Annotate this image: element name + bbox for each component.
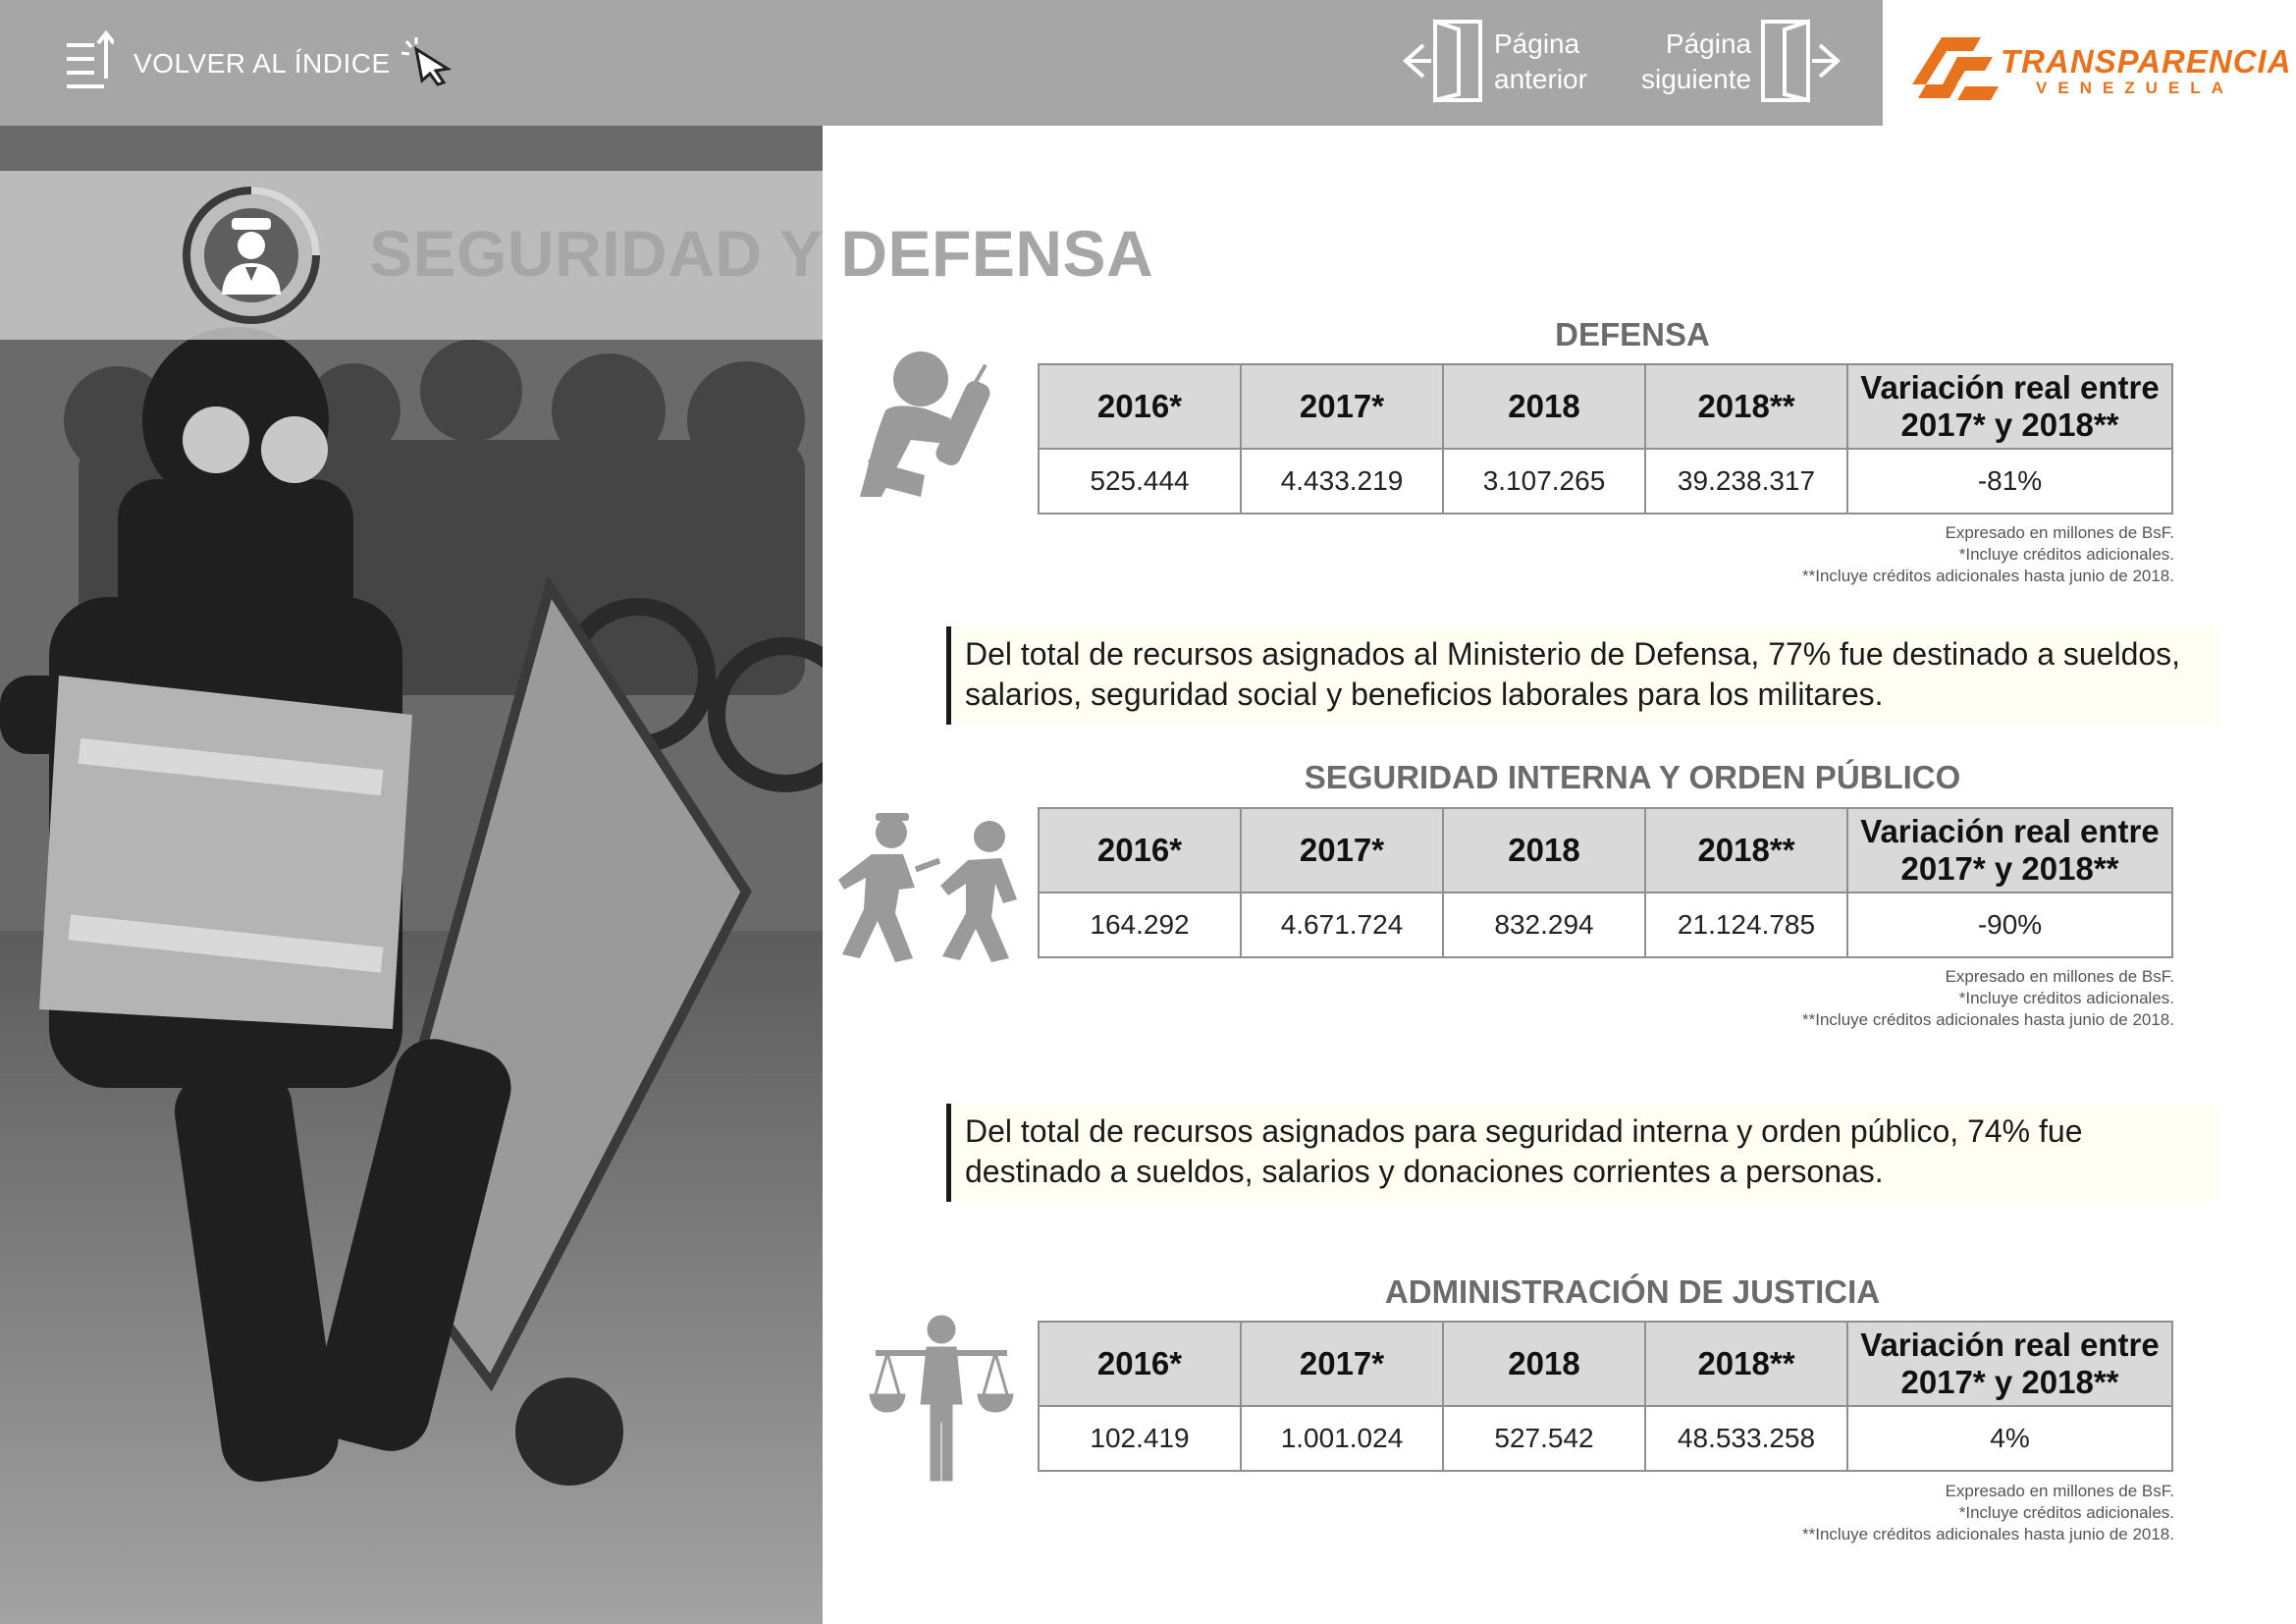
col-header: 2018** [1644, 363, 1848, 450]
col-header: 2018** [1644, 807, 1848, 893]
back-to-index-label: VOLVER AL ÍNDICE [133, 48, 391, 79]
section-title-justicia: ADMINISTRACIÓN DE JUSTICIA [1384, 1273, 1881, 1310]
table-header-row: 2016* 2017* 2018 2018** Variación real e… [1038, 363, 2173, 450]
col-header: 2017* [1240, 1321, 1444, 1407]
top-navigation-bar: VOLVER AL ÍNDICE Página anterior Página … [0, 0, 1883, 126]
note-units: Expresado en millones de BsF. [1945, 1482, 2174, 1500]
note-star: *Incluye créditos adicionales. [1958, 989, 2174, 1007]
col-header: 2018 [1442, 363, 1646, 450]
table-cell: 527.542 [1442, 1405, 1646, 1472]
index-list-icon [65, 29, 116, 99]
table-cell: 1.001.024 [1240, 1405, 1444, 1472]
table-notes: Expresado en millones de BsF. *Incluye c… [1039, 1481, 2174, 1545]
col-header: 2018** [1644, 1321, 1848, 1407]
col-header-variation: Variación real entre 2017* y 2018** [1846, 807, 2173, 893]
table-header-row: 2016* 2017* 2018 2018** Variación real e… [1038, 807, 2173, 893]
justice-scales-icon [868, 1314, 1015, 1489]
table-cell: 4.671.724 [1240, 892, 1444, 958]
police-chase-icon [830, 811, 1027, 973]
section-title-seguridad: SEGURIDAD INTERNA Y ORDEN PÚBLICO [1304, 759, 1961, 795]
justicia-budget-table: 2016* 2017* 2018 2018** Variación real e… [1038, 1321, 2173, 1472]
table-row: 164.292 4.671.724 832.294 21.124.785 -90… [1038, 892, 2173, 958]
table-notes: Expresado en millones de BsF. *Incluye c… [1039, 966, 2174, 1031]
transparencia-logo[interactable]: TRANSPARENCIA VENEZUELA [1883, 0, 2296, 126]
note-star: *Incluye créditos adicionales. [1958, 1503, 2174, 1522]
note-star: *Incluye créditos adicionales. [1958, 545, 2174, 564]
table-cell: 4.433.219 [1240, 448, 1444, 514]
next-page-button[interactable]: Página siguiente [1641, 18, 1842, 106]
table-cell: 3.107.265 [1442, 448, 1646, 514]
table-notes: Expresado en millones de BsF. *Incluye c… [1039, 522, 2174, 587]
page-title: SEGURIDAD Y DEFENSA [369, 217, 1154, 290]
police-photo [0, 126, 823, 1624]
table-cell-variation: 4% [1846, 1405, 2173, 1472]
previous-page-button[interactable]: Página anterior [1402, 18, 1587, 106]
col-header: 2016* [1038, 807, 1242, 893]
hand-pointer-icon [399, 36, 457, 91]
col-header-variation: Variación real entre 2017* y 2018** [1846, 363, 2173, 450]
defensa-budget-table: 2016* 2017* 2018 2018** Variación real e… [1038, 363, 2173, 514]
note-double-star: **Incluye créditos adicionales hasta jun… [1802, 1010, 2174, 1029]
logo-main-text: TRANSPARENCIA [2001, 43, 2292, 80]
note-units: Expresado en millones de BsF. [1945, 967, 2174, 986]
col-header: 2018 [1442, 807, 1646, 893]
table-cell: 102.419 [1038, 1405, 1242, 1472]
note-units: Expresado en millones de BsF. [1945, 523, 2174, 542]
seguridad-callout: Del total de recursos asignados para seg… [946, 1104, 2220, 1202]
prev-line-2: anterior [1494, 64, 1587, 94]
table-cell: 39.238.317 [1644, 448, 1848, 514]
next-line-2: siguiente [1641, 64, 1752, 94]
table-row: 525.444 4.433.219 3.107.265 39.238.317 -… [1038, 448, 2173, 514]
door-right-icon [1757, 16, 1842, 109]
table-cell: 164.292 [1038, 892, 1242, 958]
defensa-callout: Del total de recursos asignados al Minis… [946, 626, 2220, 725]
logo-sub-text: VENEZUELA [2036, 79, 2234, 97]
seguridad-budget-table: 2016* 2017* 2018 2018** Variación real e… [1038, 807, 2173, 958]
table-cell: 48.533.258 [1644, 1405, 1848, 1472]
table-cell: 832.294 [1442, 892, 1646, 958]
col-header: 2017* [1240, 363, 1444, 450]
back-to-index-button[interactable]: VOLVER AL ÍNDICE [65, 29, 457, 98]
table-cell: 525.444 [1038, 448, 1242, 514]
col-header: 2016* [1038, 1321, 1242, 1407]
soldier-icon [856, 350, 1013, 512]
door-left-icon [1402, 16, 1486, 109]
col-header: 2016* [1038, 363, 1242, 450]
table-cell: 21.124.785 [1644, 892, 1848, 958]
note-double-star: **Incluye créditos adicionales hasta jun… [1802, 567, 2174, 585]
col-header: 2018 [1442, 1321, 1646, 1407]
table-row: 102.419 1.001.024 527.542 48.533.258 4% [1038, 1405, 2173, 1472]
col-header-variation: Variación real entre 2017* y 2018** [1846, 1321, 2173, 1407]
prev-line-1: Página [1494, 28, 1580, 59]
table-cell-variation: -90% [1846, 892, 2173, 958]
table-cell-variation: -81% [1846, 448, 2173, 514]
police-officer-icon [175, 183, 328, 331]
logo-mark-icon [1912, 37, 1999, 100]
next-line-1: Página [1665, 28, 1752, 59]
col-header: 2017* [1240, 807, 1444, 893]
table-header-row: 2016* 2017* 2018 2018** Variación real e… [1038, 1321, 2173, 1407]
section-title-defensa: DEFENSA [1555, 316, 1710, 352]
note-double-star: **Incluye créditos adicionales hasta jun… [1802, 1525, 2174, 1543]
